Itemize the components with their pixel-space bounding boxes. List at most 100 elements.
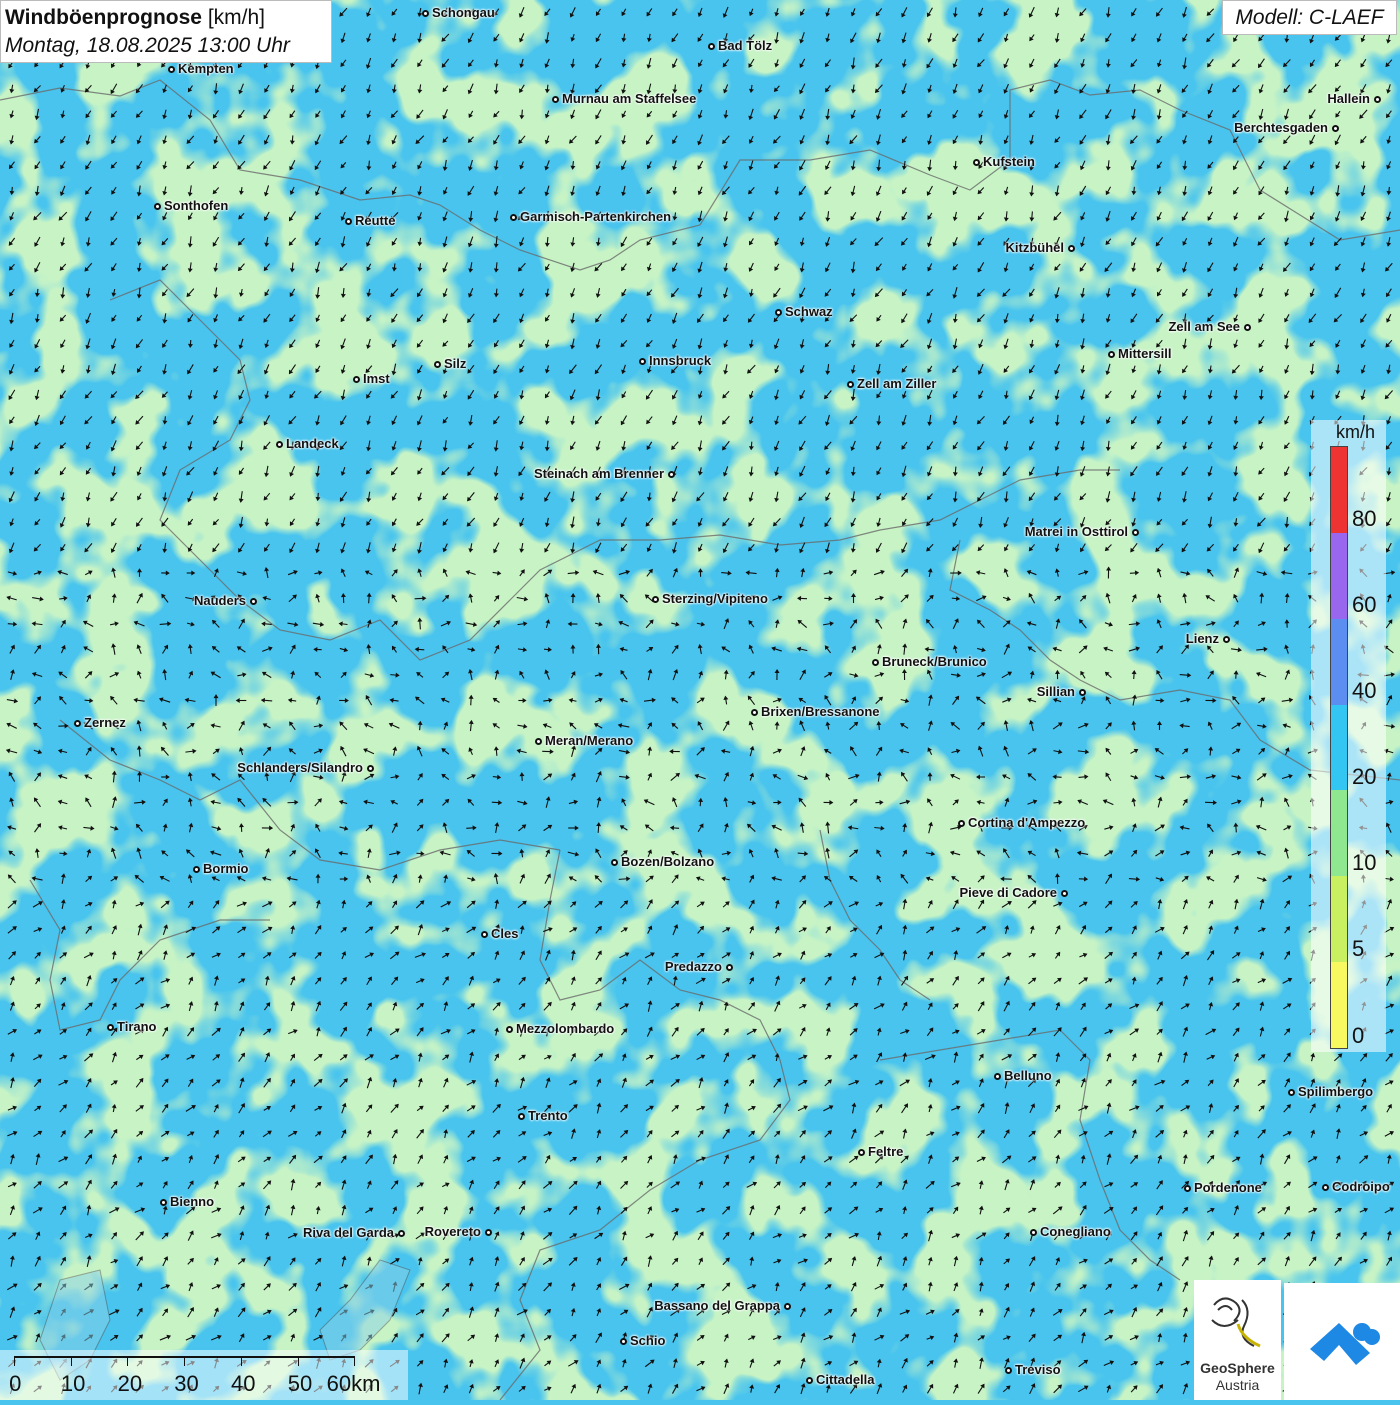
city-label: Treviso	[1015, 1362, 1061, 1377]
scale-tick	[14, 1356, 15, 1366]
city-label: Riva del Garda	[303, 1225, 394, 1240]
city-label: Matrei in Osttirol	[1025, 524, 1128, 539]
city-label: Schio	[630, 1333, 665, 1348]
city-label: Mittersill	[1118, 346, 1171, 361]
scale-tick	[127, 1356, 128, 1366]
geosphere-country: Austria	[1194, 1377, 1281, 1393]
scale-label: 10	[61, 1371, 85, 1397]
city-marker	[872, 659, 879, 666]
legend-swatch	[1331, 705, 1347, 791]
city-marker	[1132, 529, 1139, 536]
city-label: Schlanders/Silandro	[237, 760, 363, 775]
city-label: Lienz	[1186, 631, 1219, 646]
city-marker	[1322, 1184, 1329, 1191]
scale-label: 60km	[327, 1371, 381, 1397]
map-title: Windböenprognose [km/h]	[5, 4, 327, 32]
color-legend: km/h 806040201050	[1311, 420, 1386, 1052]
city-marker	[353, 376, 360, 383]
city-marker	[726, 964, 733, 971]
city-label: Hallein	[1327, 91, 1370, 106]
city-marker	[250, 598, 257, 605]
city-label: Tirano	[117, 1019, 157, 1034]
city-label: Kempten	[178, 61, 234, 76]
city-label: Bormio	[203, 861, 249, 876]
scale-label: 50	[288, 1371, 312, 1397]
legend-label: 40	[1352, 678, 1376, 704]
city-marker	[518, 1113, 525, 1120]
city-marker	[367, 765, 374, 772]
city-label: Trento	[528, 1108, 568, 1123]
city-marker	[434, 361, 441, 368]
scale-bar: 0 10 20 30 40 50 60km	[0, 1350, 408, 1400]
city-marker	[775, 309, 782, 316]
title-box: Windböenprognose [km/h] Montag, 18.08.20…	[0, 0, 332, 63]
city-marker	[107, 1024, 114, 1031]
city-label: Innsbruck	[649, 353, 711, 368]
city-marker	[994, 1073, 1001, 1080]
city-label: Sillian	[1037, 684, 1075, 699]
city-label: Cortina d'Ampezzo	[968, 815, 1085, 830]
city-label: Bruneck/Brunico	[882, 654, 987, 669]
city-marker	[1223, 636, 1230, 643]
legend-label: 20	[1352, 764, 1376, 790]
city-marker	[485, 1229, 492, 1236]
city-label: Landeck	[286, 436, 339, 451]
city-marker	[858, 1149, 865, 1156]
city-label: Schongau	[432, 5, 495, 20]
city-marker	[1079, 689, 1086, 696]
city-label: Bienno	[170, 1194, 214, 1209]
legend-label: 60	[1352, 592, 1376, 618]
city-label: Predazzo	[665, 959, 722, 974]
legend-label: 0	[1352, 1023, 1364, 1049]
city-label: Conegliano	[1040, 1224, 1111, 1239]
city-marker	[668, 471, 675, 478]
city-label: Bad Tölz	[718, 38, 772, 53]
city-label: Pordenone	[1194, 1180, 1262, 1195]
city-marker	[1288, 1089, 1295, 1096]
city-marker	[1332, 125, 1339, 132]
city-label: Rovereto	[425, 1224, 481, 1239]
city-marker	[1068, 245, 1075, 252]
city-marker	[784, 1303, 791, 1310]
legend-swatch	[1331, 876, 1347, 962]
city-marker	[422, 10, 429, 17]
city-label: Meran/Merano	[545, 733, 633, 748]
city-marker	[1108, 351, 1115, 358]
scale-label: 0	[9, 1371, 21, 1397]
city-marker	[506, 1026, 513, 1033]
city-label: Garmisch-Partenkirchen	[520, 209, 671, 224]
city-label: Bassano del Grappa	[654, 1298, 780, 1313]
city-marker	[806, 1377, 813, 1384]
scale-label: 40	[231, 1371, 255, 1397]
city-label: Berchtesgaden	[1234, 120, 1328, 135]
city-label: Reutte	[355, 213, 395, 228]
scale-tick	[298, 1356, 299, 1366]
city-label: Murnau am Staffelsee	[562, 91, 696, 106]
city-label: Sonthofen	[164, 198, 228, 213]
city-marker	[481, 931, 488, 938]
city-marker	[552, 96, 559, 103]
city-label: Schwaz	[785, 304, 833, 319]
city-marker	[639, 358, 646, 365]
legend-color-bar	[1330, 446, 1348, 1049]
city-marker	[652, 596, 659, 603]
city-marker	[398, 1230, 405, 1237]
city-label: Pieve di Cadore	[959, 885, 1057, 900]
city-marker	[751, 709, 758, 716]
city-label: Silz	[444, 356, 466, 371]
legend-label: 10	[1352, 850, 1376, 876]
city-label: Mezzolombardo	[516, 1021, 614, 1036]
forecast-datetime: Montag, 18.08.2025 13:00 Uhr	[5, 32, 327, 60]
city-label: Imst	[363, 371, 390, 386]
city-marker	[973, 159, 980, 166]
city-label: Brixen/Bressanone	[761, 704, 880, 719]
city-label: Zell am See	[1168, 319, 1240, 334]
scale-label: 20	[118, 1371, 142, 1397]
city-label: Kitzbühel	[1006, 240, 1065, 255]
city-marker	[708, 43, 715, 50]
legend-swatch	[1331, 533, 1347, 619]
legend-unit: km/h	[1336, 422, 1375, 443]
geosphere-logo: GeoSphere Austria	[1194, 1280, 1281, 1400]
scale-label: 30	[174, 1371, 198, 1397]
city-label: Zernez	[84, 715, 126, 730]
